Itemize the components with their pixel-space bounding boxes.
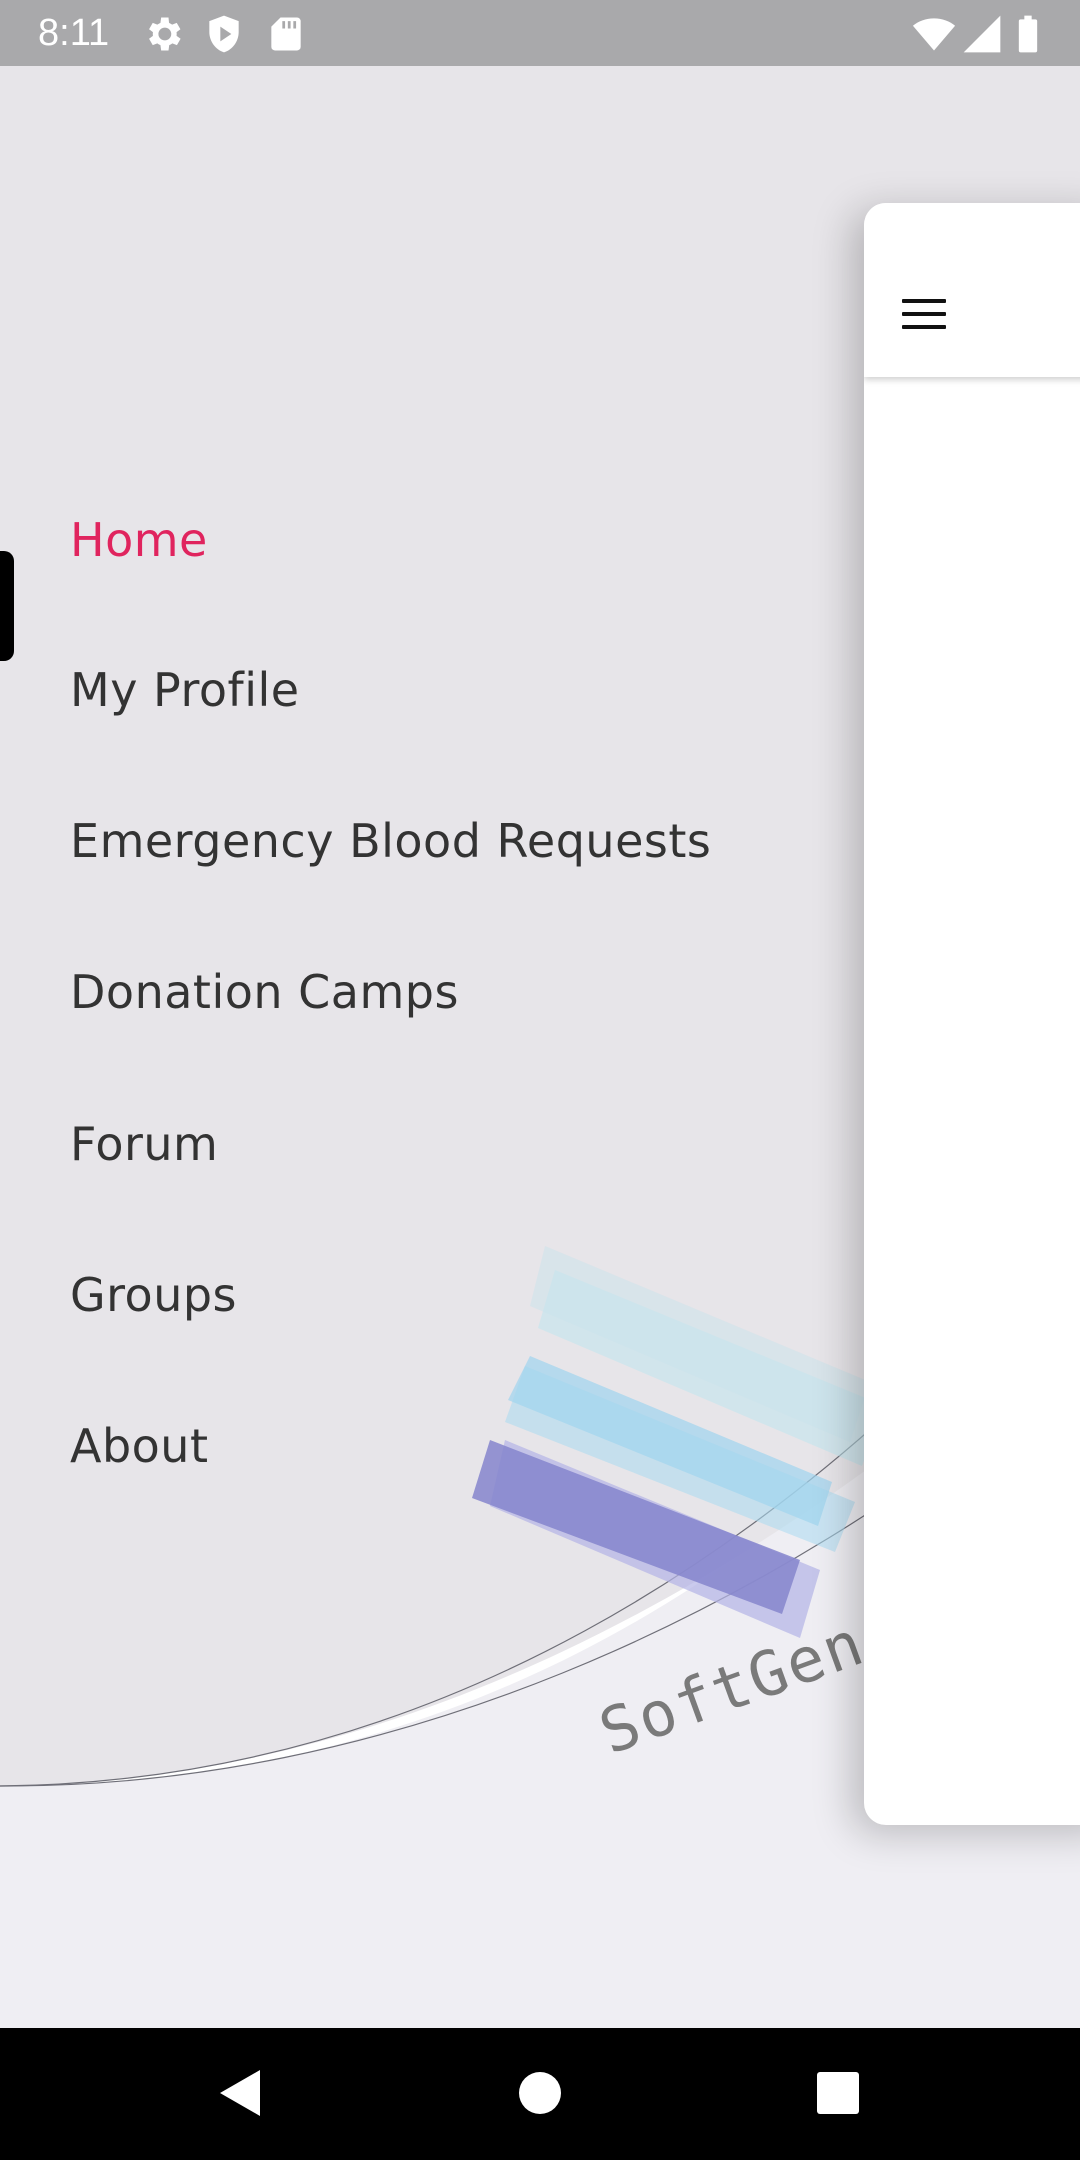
shield-icon — [202, 12, 246, 56]
drawer-item-forum[interactable]: Forum — [70, 1114, 218, 1174]
card-toolbar — [864, 203, 1080, 377]
signal-icon — [960, 12, 1004, 56]
sd-card-icon — [264, 12, 308, 56]
system-nav-bar — [0, 2028, 1080, 2160]
home-icon[interactable] — [505, 2058, 575, 2128]
drawer-item-emergency-blood-requests[interactable]: Emergency Blood Requests — [70, 811, 711, 871]
recents-icon[interactable] — [803, 2058, 873, 2128]
status-bar: 8:11 — [0, 0, 1080, 66]
hamburger-menu-icon[interactable] — [902, 299, 946, 333]
back-icon[interactable] — [205, 2058, 275, 2128]
drawer-item-donation-camps[interactable]: Donation Camps — [70, 962, 459, 1022]
status-time: 8:11 — [38, 12, 110, 54]
wifi-icon — [912, 12, 956, 56]
drawer-item-groups[interactable]: Groups — [70, 1265, 237, 1325]
gear-icon — [141, 12, 185, 56]
drawer-item-my-profile[interactable]: My Profile — [70, 660, 300, 720]
drawer-item-home[interactable]: Home — [70, 510, 208, 570]
active-indicator — [0, 551, 14, 661]
main-content-card[interactable] — [864, 203, 1080, 1825]
battery-icon — [1006, 12, 1050, 56]
drawer-item-about[interactable]: About — [70, 1416, 209, 1476]
